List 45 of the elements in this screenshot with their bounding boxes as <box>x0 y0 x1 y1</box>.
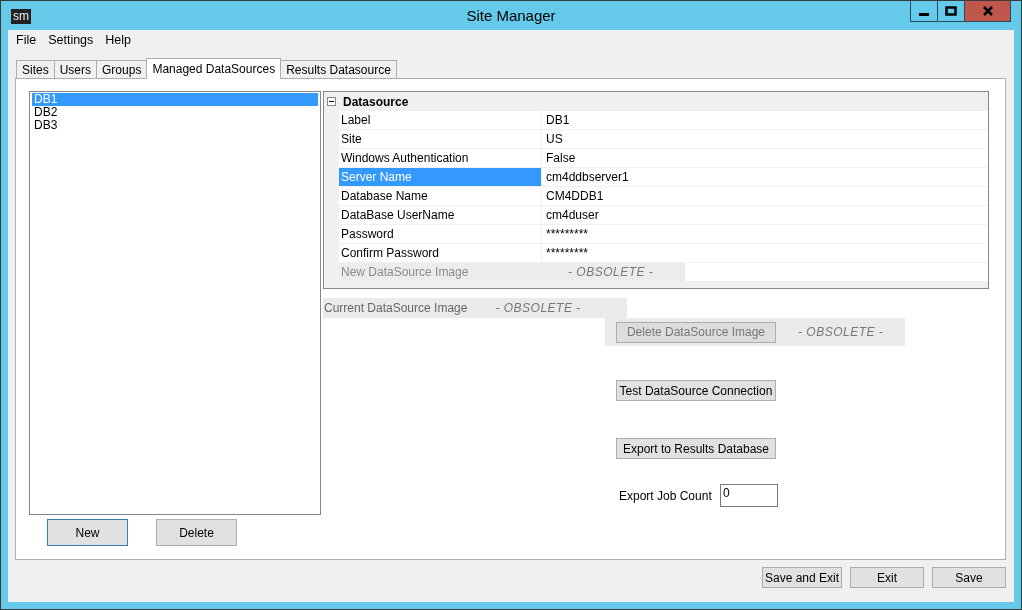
export-button[interactable]: Export to Results Database <box>616 438 776 459</box>
property-value[interactable]: ********* <box>542 225 589 243</box>
property-name[interactable]: Site <box>339 130 542 148</box>
tab[interactable]: Results Datasource <box>280 60 397 78</box>
window-title: Site Manager <box>466 7 556 24</box>
close-button[interactable] <box>964 1 1011 22</box>
footer-button[interactable]: Save <box>932 567 1006 588</box>
property-value[interactable]: CM4DDB1 <box>542 187 604 205</box>
obsolete-note: - OBSOLETE - <box>494 301 582 315</box>
tab[interactable]: Sites <box>16 60 55 78</box>
property-name[interactable]: Database Name <box>339 187 542 205</box>
category-label: Datasource <box>343 94 409 109</box>
property-value[interactable]: US <box>542 130 563 148</box>
property-name[interactable]: Password <box>339 225 542 243</box>
property-value[interactable]: cm4duser <box>542 206 599 224</box>
field-label: Export Job Count <box>619 488 713 503</box>
list-item[interactable]: DB2 <box>32 106 318 119</box>
obsolete-note: - OBSOLETE - <box>797 325 885 339</box>
footer-button[interactable]: Exit <box>850 567 924 588</box>
menu-item[interactable]: Help <box>99 33 138 50</box>
menu-item[interactable]: File <box>10 33 43 50</box>
list-button[interactable]: New <box>47 519 128 546</box>
tab[interactable]: Managed DataSources <box>146 58 282 79</box>
property-value[interactable]: DB1 <box>542 111 570 129</box>
footer-button[interactable]: Save and Exit <box>761 567 842 588</box>
property-name[interactable]: Windows Authentication <box>339 149 542 167</box>
image-label: Current DataSource Image <box>323 301 469 315</box>
list-button[interactable]: Delete <box>156 519 237 546</box>
job-count-field[interactable]: 0 <box>720 484 778 507</box>
property-value[interactable]: cm4ddbserver1 <box>542 168 629 186</box>
close-icon <box>981 5 994 17</box>
property-name[interactable]: Label <box>339 111 542 129</box>
property-name[interactable]: Confirm Password <box>339 244 542 262</box>
collapse-toggle[interactable] <box>327 97 336 106</box>
minimize-button[interactable] <box>910 1 938 22</box>
menu-item[interactable]: Settings <box>42 33 100 50</box>
tab[interactable]: Groups <box>96 60 148 78</box>
property-value[interactable]: False <box>542 149 576 167</box>
minimize-icon <box>919 13 929 16</box>
app-icon: sm <box>11 9 31 24</box>
property-value[interactable]: ********* <box>542 244 589 262</box>
list-item[interactable]: DB3 <box>32 119 318 132</box>
test-connection-button[interactable]: Test DataSource Connection <box>616 380 776 401</box>
maximize-icon <box>945 5 957 17</box>
property-name[interactable]: DataBase UserName <box>339 206 542 224</box>
